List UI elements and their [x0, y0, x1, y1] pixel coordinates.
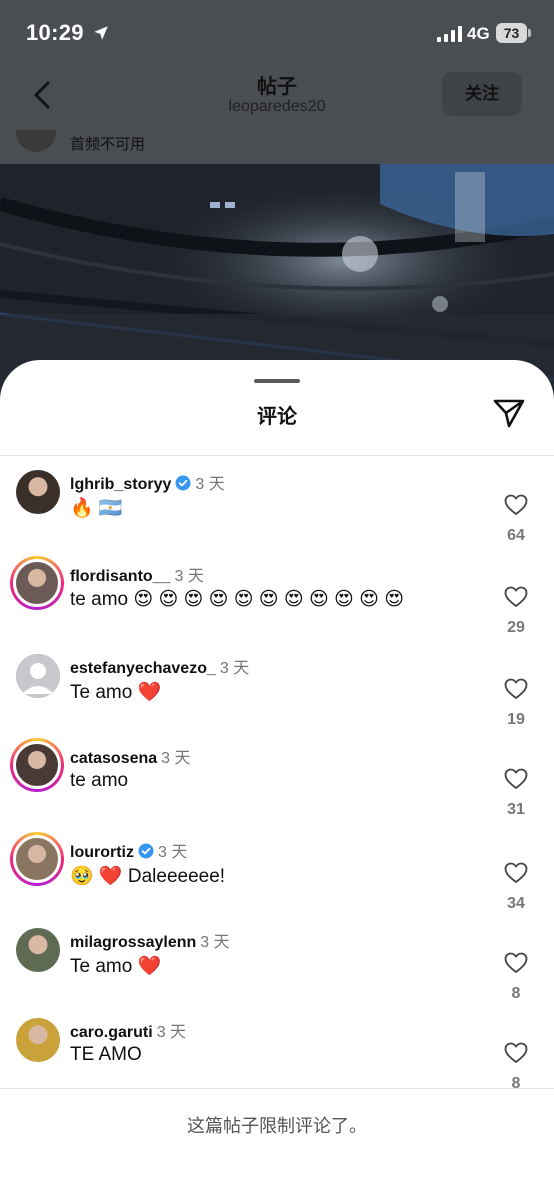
- comment-time: 3 天: [158, 844, 188, 861]
- like-heart-icon[interactable]: [504, 862, 528, 884]
- like-count: 8: [511, 1075, 521, 1092]
- comment-time: 3 天: [161, 750, 191, 767]
- comments-restricted-note: 这篇帖子限制评论了。: [187, 1116, 367, 1136]
- comment-header: caro.garuti 3 天: [70, 1018, 186, 1042]
- avatar[interactable]: [16, 470, 60, 514]
- avatar-with-story-ring[interactable]: [10, 556, 64, 610]
- comment-username[interactable]: lghrib_storyy: [70, 476, 171, 493]
- like-heart-icon[interactable]: [504, 768, 528, 790]
- comment-username[interactable]: flordisanto__: [70, 568, 170, 585]
- avatar[interactable]: [16, 1018, 60, 1062]
- comment-header: catasosena 3 天: [70, 744, 191, 768]
- comment-username[interactable]: estefanyechavezo_: [70, 660, 216, 677]
- verified-badge-icon: [138, 843, 154, 859]
- like-count: 8: [511, 985, 521, 1002]
- comment-row[interactable]: lourortiz 3 天 🥹 ❤️ Daleeeeee! 34: [0, 832, 554, 928]
- default-avatar-icon: [16, 654, 60, 698]
- network-type: 4G: [467, 24, 490, 43]
- comment-header: lghrib_storyy 3 天: [70, 470, 225, 494]
- share-send-icon[interactable]: [492, 397, 526, 429]
- comment-text: Te amo ❤️: [70, 956, 162, 977]
- avatar[interactable]: [16, 654, 60, 698]
- verified-badge-icon: [175, 475, 191, 491]
- comment-row[interactable]: caro.garuti 3 天 TE AMO 8: [0, 1018, 554, 1108]
- comment-time: 3 天: [156, 1024, 187, 1041]
- caption-text: 首频不可用: [70, 136, 146, 153]
- battery-tip: [528, 29, 531, 37]
- avatar-image: [16, 470, 60, 514]
- like-count: 31: [507, 801, 525, 818]
- avatar-image: [16, 1018, 60, 1062]
- comment-username[interactable]: milagrossaylenn: [70, 934, 196, 951]
- comment-header: flordisanto__ 3 天: [70, 562, 204, 586]
- comment-row[interactable]: flordisanto__ 3 天 te amo 😍 😍 😍 😍 😍 😍 😍 😍 😍…: [0, 556, 554, 652]
- like-heart-icon[interactable]: [504, 586, 528, 608]
- comment-username[interactable]: caro.garuti: [70, 1024, 153, 1041]
- comment-time: 3 天: [219, 660, 250, 677]
- sheet-title: 评论: [257, 406, 297, 428]
- nav-bar: 帖子 leoparedes20 关注: [0, 66, 554, 130]
- avatar-with-story-ring[interactable]: [10, 832, 64, 886]
- comment-header: milagrossaylenn 3 天: [70, 928, 230, 952]
- comment-row[interactable]: estefanyechavezo_ 3 天 Te amo ❤️ 19: [0, 654, 554, 744]
- avatar[interactable]: [16, 928, 60, 972]
- comment-text: 🥹 ❤️ Daleeeeee!: [70, 866, 226, 887]
- comment-row[interactable]: catasosena 3 天 te amo 31: [0, 738, 554, 834]
- like-count: 19: [507, 711, 525, 728]
- sheet-divider: [0, 455, 554, 456]
- comment-time: 3 天: [174, 568, 204, 585]
- comment-text: 🔥 🇦🇷: [70, 498, 123, 519]
- comment-username[interactable]: catasosena: [70, 750, 157, 767]
- follow-button[interactable]: 关注: [442, 72, 522, 116]
- like-count: 34: [507, 895, 525, 912]
- like-heart-icon[interactable]: [504, 952, 528, 974]
- avatar-image: [13, 741, 61, 789]
- battery-level: 73: [496, 23, 527, 43]
- caption-avatar: [16, 130, 56, 152]
- comment-header: lourortiz 3 天: [70, 838, 187, 862]
- avatar-image: [16, 928, 60, 972]
- battery-icon: 73: [496, 23, 532, 43]
- comment-row[interactable]: milagrossaylenn 3 天 Te amo ❤️ 8: [0, 928, 554, 1018]
- comment-username[interactable]: lourortiz: [70, 844, 134, 861]
- status-time: 10:29: [26, 20, 84, 45]
- avatar-image: [13, 835, 61, 883]
- sheet-drag-handle[interactable]: [254, 379, 300, 383]
- comment-time: 3 天: [200, 934, 230, 951]
- comment-text: Te amo ❤️: [70, 682, 162, 703]
- comment-time: 3 天: [195, 476, 225, 493]
- avatar-image: [13, 559, 61, 607]
- post-caption-strip: 首频不可用: [0, 130, 554, 164]
- comment-text: te amo 😍 😍 😍 😍 😍 😍 😍 😍 😍 😍 😍: [70, 589, 405, 610]
- comment-row[interactable]: lghrib_storyy 3 天 🔥 🇦🇷 64: [0, 470, 554, 560]
- comment-text: te amo: [70, 770, 129, 791]
- comment-header: estefanyechavezo_ 3 天: [70, 654, 249, 678]
- comment-text: TE AMO: [70, 1044, 142, 1065]
- comments-sheet: 评论 lghrib_storyy 3 天 🔥 🇦🇷 64 flordisanto__ 3 …: [0, 360, 554, 1200]
- like-heart-icon[interactable]: [504, 1042, 528, 1064]
- like-heart-icon[interactable]: [504, 494, 528, 516]
- cellular-signal-icon: [437, 26, 462, 42]
- footer-divider: [0, 1088, 554, 1089]
- like-count: 64: [507, 527, 525, 544]
- avatar-with-story-ring[interactable]: [10, 738, 64, 792]
- location-arrow-icon: [94, 26, 108, 40]
- like-heart-icon[interactable]: [504, 678, 528, 700]
- status-bar: 10:29 4G 73: [0, 0, 554, 66]
- like-count: 29: [507, 619, 525, 636]
